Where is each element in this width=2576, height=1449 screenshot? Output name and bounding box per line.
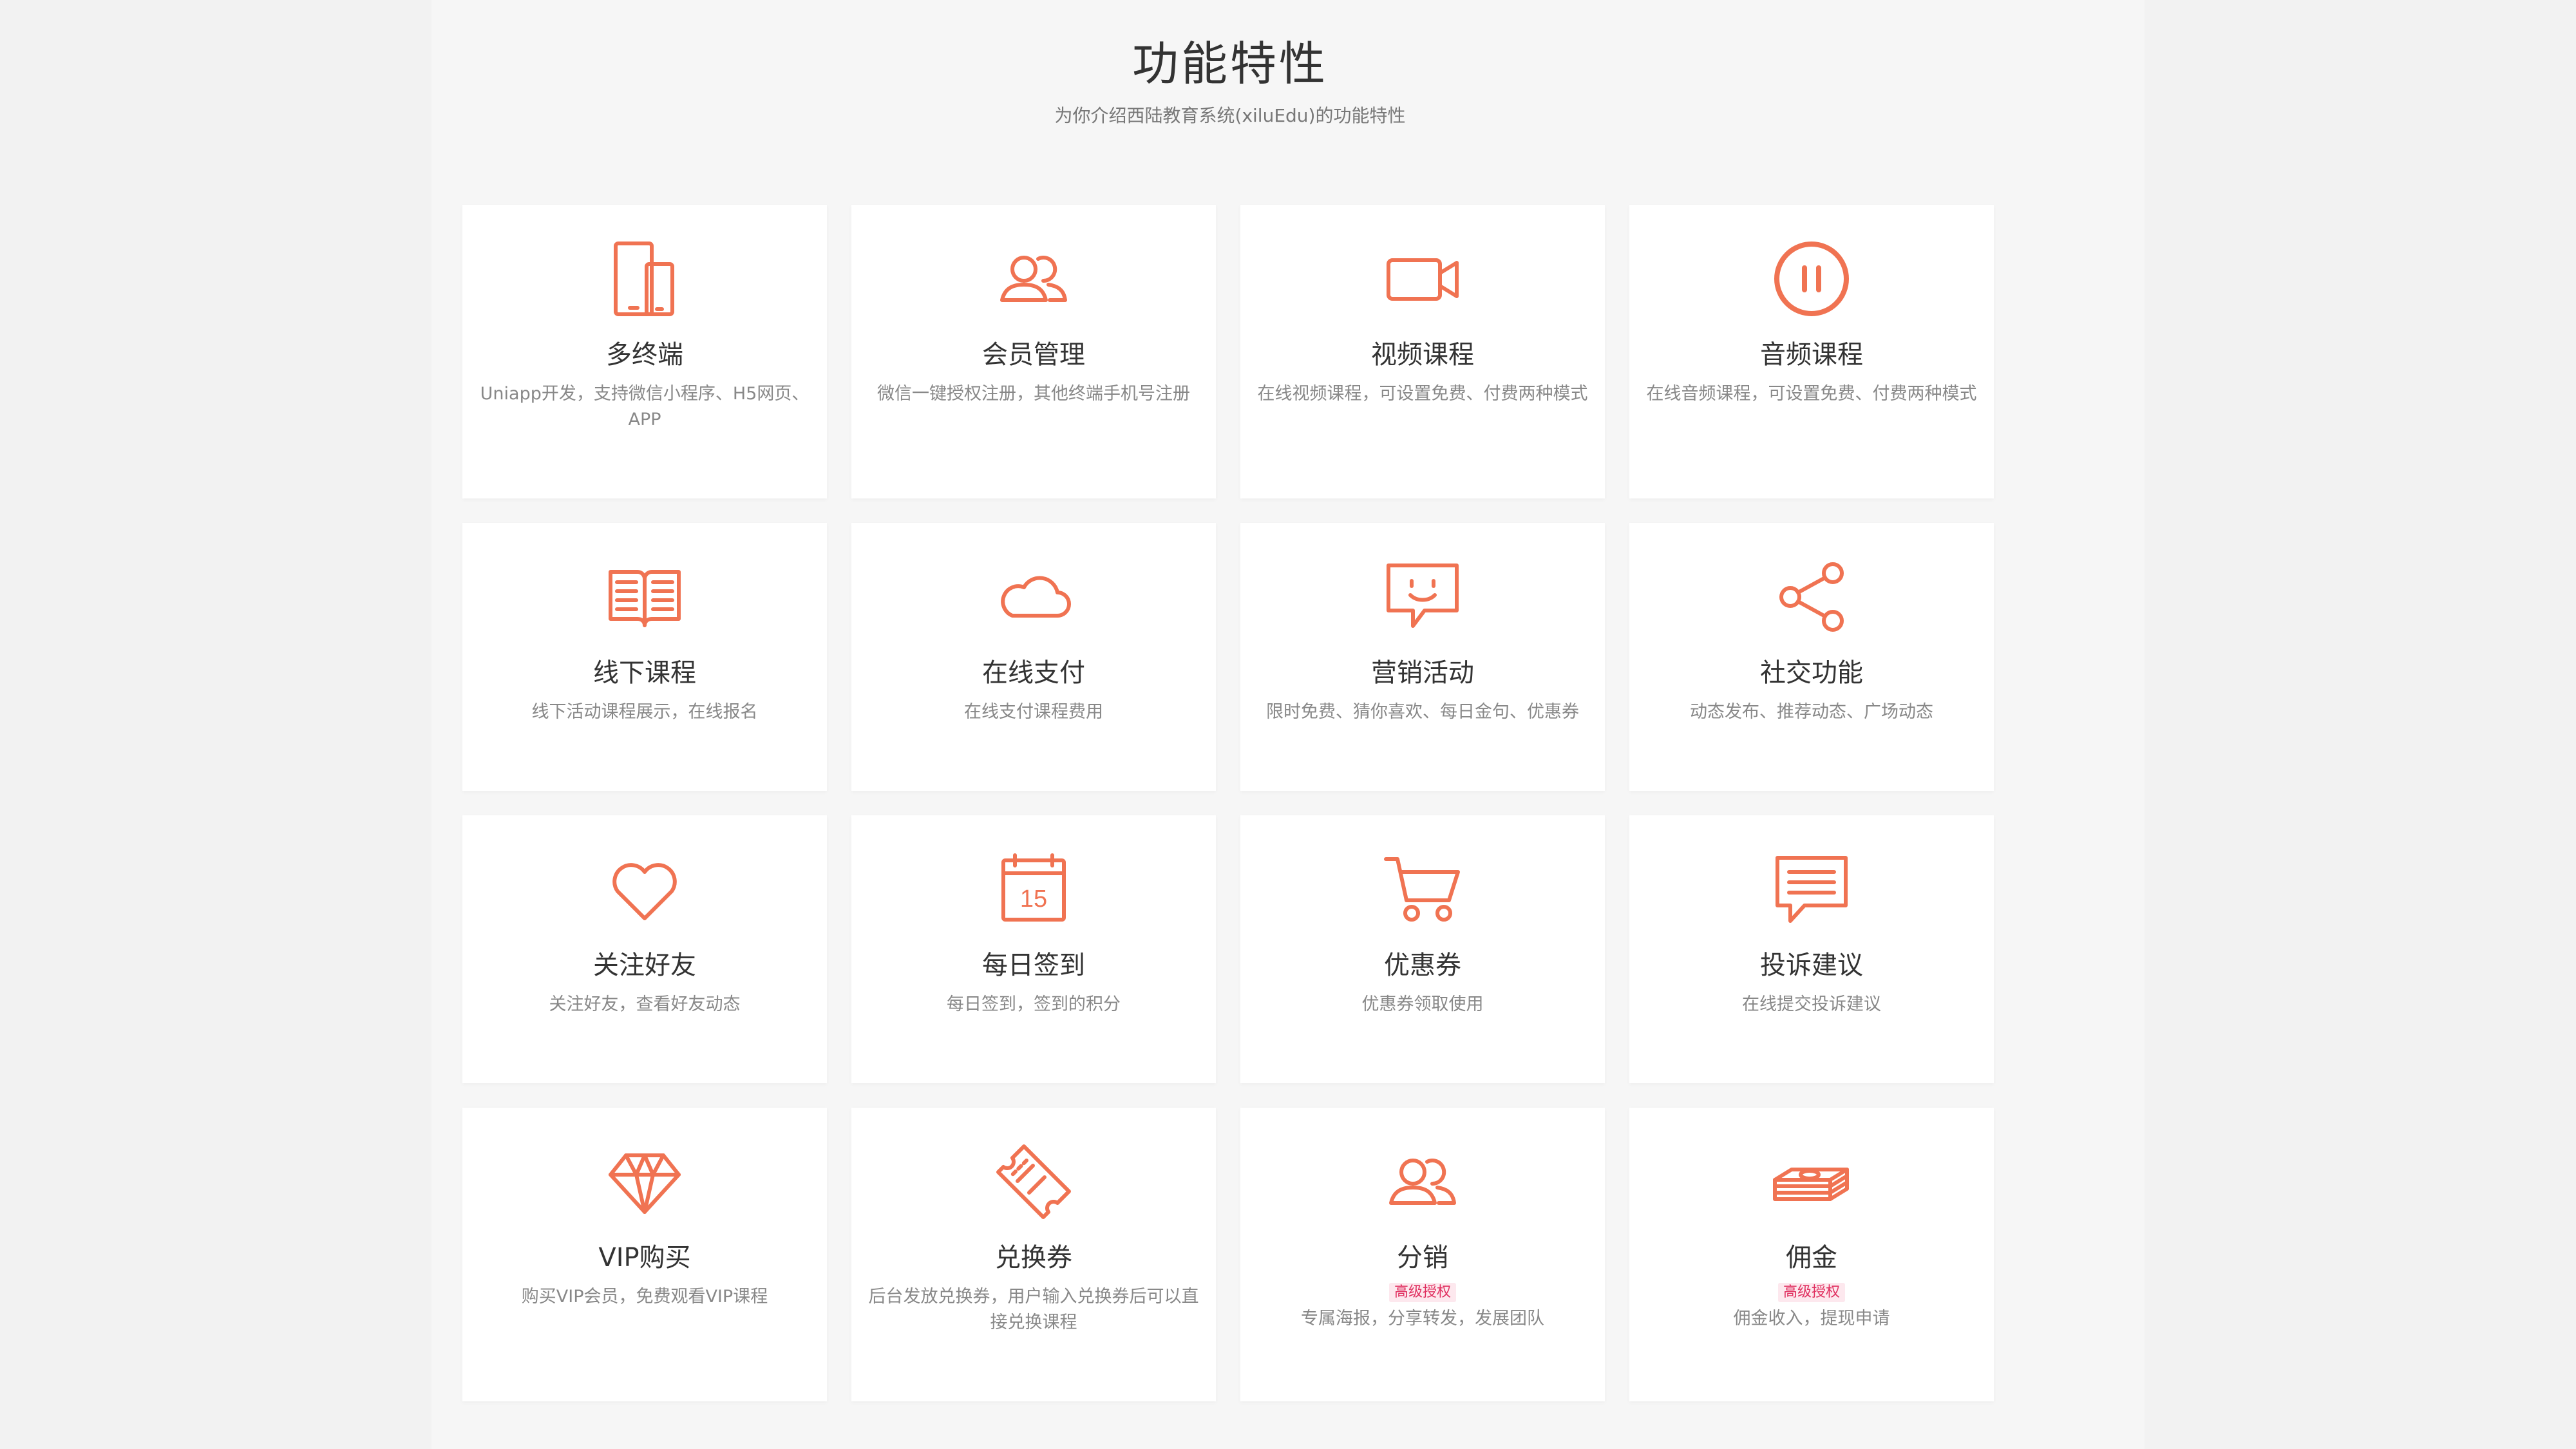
badge-wrap: 高级授权 xyxy=(1629,1283,1994,1302)
feature-desc: 在线视频课程，可设置免费、付费两种模式 xyxy=(1257,384,1588,404)
ticket-icon xyxy=(993,1141,1074,1222)
feature-desc: 在线提交投诉建议 xyxy=(1742,994,1881,1014)
feature-card-voucher[interactable]: 兑换券 后台发放兑换券，用户输入兑换券后可以直接兑换课程 xyxy=(851,1108,1216,1401)
feature-title: 分销 xyxy=(1397,1243,1448,1273)
feature-card-daily-checkin[interactable]: 15 每日签到 每日签到，签到的积分 xyxy=(851,815,1216,1083)
feature-desc: 每日签到，签到的积分 xyxy=(947,994,1121,1014)
heart-icon xyxy=(604,849,685,930)
feature-desc: 在线支付课程费用 xyxy=(964,702,1103,722)
feature-card-social[interactable]: 社交功能 动态发布、推荐动态、广场动态 xyxy=(1629,523,1994,791)
feature-title: 佣金 xyxy=(1786,1243,1837,1273)
shopping-cart-icon xyxy=(1382,849,1463,930)
feature-title: 关注好友 xyxy=(593,951,696,980)
open-book-icon xyxy=(604,556,685,638)
feature-grid: 多终端 Uniapp开发，支持微信小程序、H5网页、APP 会员管理 微信一键授… xyxy=(462,205,1995,1401)
feature-title: 投诉建议 xyxy=(1760,951,1863,980)
badge-wrap: 高级授权 xyxy=(1240,1283,1605,1302)
feature-title: 音频课程 xyxy=(1760,340,1863,370)
pause-circle-icon xyxy=(1771,238,1852,319)
feature-desc: 专属海报，分享转发，发展团队 xyxy=(1301,1309,1544,1329)
members-icon xyxy=(993,238,1074,319)
calendar-icon: 15 xyxy=(993,849,1074,930)
feature-card-vip-purchase[interactable]: VIP购买 购买VIP会员，免费观看VIP课程 xyxy=(462,1108,827,1401)
feature-card-online-payment[interactable]: 在线支付 在线支付课程费用 xyxy=(851,523,1216,791)
diamond-icon xyxy=(604,1141,685,1222)
devices-icon xyxy=(604,238,685,319)
feature-desc: 微信一键授权注册，其他终端手机号注册 xyxy=(877,384,1190,404)
feature-card-offline-course[interactable]: 线下课程 线下活动课程展示，在线报名 xyxy=(462,523,827,791)
smiley-chat-icon xyxy=(1382,556,1463,638)
feature-card-audio-course[interactable]: 音频课程 在线音频课程，可设置免费、付费两种模式 xyxy=(1629,205,1994,498)
premium-license-badge: 高级授权 xyxy=(1777,1283,1845,1302)
feature-title: 每日签到 xyxy=(982,951,1085,980)
feature-title: 社交功能 xyxy=(1760,658,1863,688)
feature-desc: 优惠券领取使用 xyxy=(1361,994,1484,1014)
premium-license-badge: 高级授权 xyxy=(1388,1283,1456,1302)
feature-title: 多终端 xyxy=(606,340,683,370)
feature-desc: 在线音频课程，可设置免费、付费两种模式 xyxy=(1646,384,1977,404)
feature-title: VIP购买 xyxy=(598,1243,691,1273)
cloud-icon xyxy=(993,556,1074,638)
feature-card-video-course[interactable]: 视频课程 在线视频课程，可设置免费、付费两种模式 xyxy=(1240,205,1605,498)
money-stack-icon xyxy=(1771,1141,1852,1222)
feature-desc: 后台发放兑换券，用户输入兑换券后可以直接兑换课程 xyxy=(868,1287,1199,1332)
feature-desc: 限时免费、猜你喜欢、每日金句、优惠券 xyxy=(1266,702,1579,722)
feature-card-member-management[interactable]: 会员管理 微信一键授权注册，其他终端手机号注册 xyxy=(851,205,1216,498)
feature-title: 营销活动 xyxy=(1371,658,1474,688)
feature-desc: 购买VIP会员，免费观看VIP课程 xyxy=(521,1287,768,1307)
feature-desc: 线下活动课程展示，在线报名 xyxy=(531,702,758,722)
feature-title: 兑换券 xyxy=(995,1243,1072,1273)
page-title: 功能特性 xyxy=(1132,37,1328,91)
feature-card-multi-terminal[interactable]: 多终端 Uniapp开发，支持微信小程序、H5网页、APP xyxy=(462,205,827,498)
members-icon xyxy=(1382,1141,1463,1222)
feature-title: 优惠券 xyxy=(1384,951,1461,980)
share-icon xyxy=(1771,556,1852,638)
features-section: 功能特性 为你介绍西陆教育系统(xiluEdu)的功能特性 多终端 Uniapp… xyxy=(0,0,2576,1449)
feature-desc: 关注好友，查看好友动态 xyxy=(549,994,741,1014)
feature-desc: Uniapp开发，支持微信小程序、H5网页、APP xyxy=(480,384,810,430)
message-icon xyxy=(1771,849,1852,930)
feature-desc: 佣金收入，提现申请 xyxy=(1733,1309,1890,1329)
page-subtitle: 为你介绍西陆教育系统(xiluEdu)的功能特性 xyxy=(1054,105,1406,126)
video-camera-icon xyxy=(1382,238,1463,319)
feature-desc: 动态发布、推荐动态、广场动态 xyxy=(1690,702,1933,722)
feature-card-coupon[interactable]: 优惠券 优惠券领取使用 xyxy=(1240,815,1605,1083)
feature-card-follow-friends[interactable]: 关注好友 关注好友，查看好友动态 xyxy=(462,815,827,1083)
feature-title: 会员管理 xyxy=(982,340,1085,370)
feature-card-commission[interactable]: 佣金 高级授权 佣金收入，提现申请 xyxy=(1629,1108,1994,1401)
feature-title: 视频课程 xyxy=(1371,340,1474,370)
feature-title: 线下课程 xyxy=(593,658,696,688)
feature-card-marketing[interactable]: 营销活动 限时免费、猜你喜欢、每日金句、优惠券 xyxy=(1240,523,1605,791)
feature-card-distribution[interactable]: 分销 高级授权 专属海报，分享转发，发展团队 xyxy=(1240,1108,1605,1401)
calendar-day: 15 xyxy=(1020,886,1047,913)
feature-card-feedback[interactable]: 投诉建议 在线提交投诉建议 xyxy=(1629,815,1994,1083)
feature-title: 在线支付 xyxy=(982,658,1085,688)
